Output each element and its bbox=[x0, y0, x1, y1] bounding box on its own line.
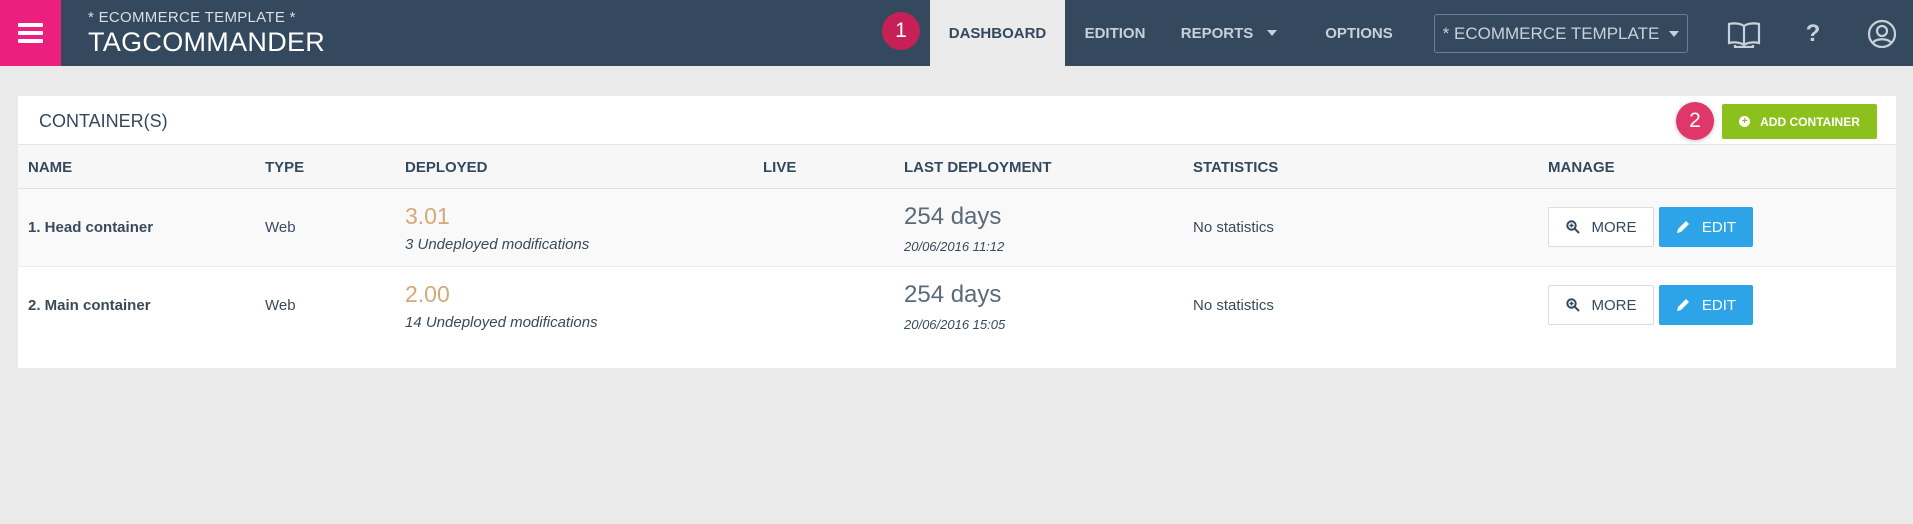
zoom-icon bbox=[1565, 220, 1580, 234]
more-button[interactable]: MORE bbox=[1548, 207, 1654, 247]
help-icon-glyph: ? bbox=[1805, 20, 1821, 47]
column-header-live: LIVE bbox=[763, 159, 797, 176]
site-selector[interactable]: * ECOMMERCE TEMPLATE bbox=[1434, 14, 1688, 53]
brand: * ECOMMERCE TEMPLATE * TAGCOMMANDER bbox=[88, 9, 325, 58]
nav-edition[interactable]: EDITION bbox=[1065, 0, 1165, 66]
chevron-down-icon bbox=[1267, 30, 1278, 36]
top-bar: * ECOMMERCE TEMPLATE * TAGCOMMANDER 1 DA… bbox=[0, 0, 1913, 66]
last-deployment-age: 254 days bbox=[904, 281, 1002, 308]
site-selector-value: * ECOMMERCE TEMPLATE bbox=[1442, 23, 1660, 43]
nav-options-label: OPTIONS bbox=[1325, 24, 1393, 42]
container-type: Web bbox=[265, 219, 296, 236]
edit-button[interactable]: EDIT bbox=[1659, 285, 1753, 325]
more-button[interactable]: MORE bbox=[1548, 285, 1654, 325]
edit-button-label: EDIT bbox=[1701, 296, 1737, 314]
deployed-version: 2.00 bbox=[405, 281, 450, 307]
last-deployment-age: 254 days bbox=[904, 203, 1002, 230]
last-deployment-date: 20/06/2016 15:05 bbox=[904, 317, 1006, 332]
column-header-statistics: STATISTICS bbox=[1193, 159, 1279, 176]
nav-reports[interactable]: REPORTS bbox=[1168, 0, 1290, 66]
book-icon[interactable] bbox=[1724, 14, 1764, 54]
zoom-icon bbox=[1565, 298, 1580, 312]
plus-circle-icon: + bbox=[1739, 116, 1751, 127]
table-row: 2. Main container Web 2.00 14 Undeployed… bbox=[18, 267, 1896, 345]
chevron-down-icon bbox=[1669, 30, 1680, 37]
column-header-type: TYPE bbox=[265, 159, 305, 176]
table-row: 1. Head container Web 3.01 3 Undeployed … bbox=[18, 189, 1896, 267]
container-type: Web bbox=[265, 297, 296, 314]
menu-icon bbox=[18, 23, 43, 43]
edit-button-label: EDIT bbox=[1701, 218, 1737, 236]
add-container-button[interactable]: + ADD CONTAINER bbox=[1722, 104, 1877, 139]
panel-title: CONTAINER(S) bbox=[39, 111, 168, 131]
containers-panel: CONTAINER(S) + ADD CONTAINER NAME TYPE D… bbox=[18, 96, 1896, 368]
container-name: 2. Main container bbox=[28, 297, 151, 314]
undeployed-modifications: 3 Undeployed modifications bbox=[405, 236, 590, 253]
column-header-manage: MANAGE bbox=[1548, 159, 1615, 176]
undeployed-modifications: 14 Undeployed modifications bbox=[405, 314, 598, 331]
menu-button[interactable] bbox=[0, 0, 61, 66]
nav-options[interactable]: OPTIONS bbox=[1300, 0, 1418, 66]
container-name: 1. Head container bbox=[28, 219, 154, 236]
statistics-value: No statistics bbox=[1193, 297, 1274, 314]
column-header-name: NAME bbox=[28, 159, 73, 176]
pencil-icon bbox=[1676, 220, 1690, 234]
nav-edition-label: EDITION bbox=[1084, 24, 1146, 42]
deployed-version: 3.01 bbox=[405, 203, 450, 229]
brand-title: TAGCOMMANDER bbox=[88, 27, 326, 57]
more-button-label: MORE bbox=[1591, 296, 1637, 314]
step-badge-2: 2 bbox=[1676, 102, 1714, 140]
step-badge-1: 1 bbox=[882, 12, 920, 50]
nav-dashboard[interactable]: DASHBOARD bbox=[930, 0, 1065, 66]
statistics-value: No statistics bbox=[1193, 219, 1274, 236]
nav-dashboard-label: DASHBOARD bbox=[948, 24, 1047, 42]
more-button-label: MORE bbox=[1591, 218, 1637, 236]
column-header-deployed: DEPLOYED bbox=[405, 159, 488, 176]
edit-button[interactable]: EDIT bbox=[1659, 207, 1753, 247]
table-header: NAME TYPE DEPLOYED LIVE LAST DEPLOYMENT … bbox=[18, 144, 1896, 189]
add-container-label: ADD CONTAINER bbox=[1760, 114, 1860, 129]
nav-reports-label: REPORTS bbox=[1180, 24, 1254, 42]
pencil-icon bbox=[1676, 298, 1690, 312]
last-deployment-date: 20/06/2016 11:12 bbox=[904, 239, 1005, 254]
user-icon[interactable] bbox=[1862, 14, 1902, 54]
column-header-last-deployment: LAST DEPLOYMENT bbox=[904, 159, 1052, 176]
help-icon[interactable]: ? bbox=[1793, 14, 1833, 54]
brand-subtitle: * ECOMMERCE TEMPLATE * bbox=[88, 9, 296, 26]
